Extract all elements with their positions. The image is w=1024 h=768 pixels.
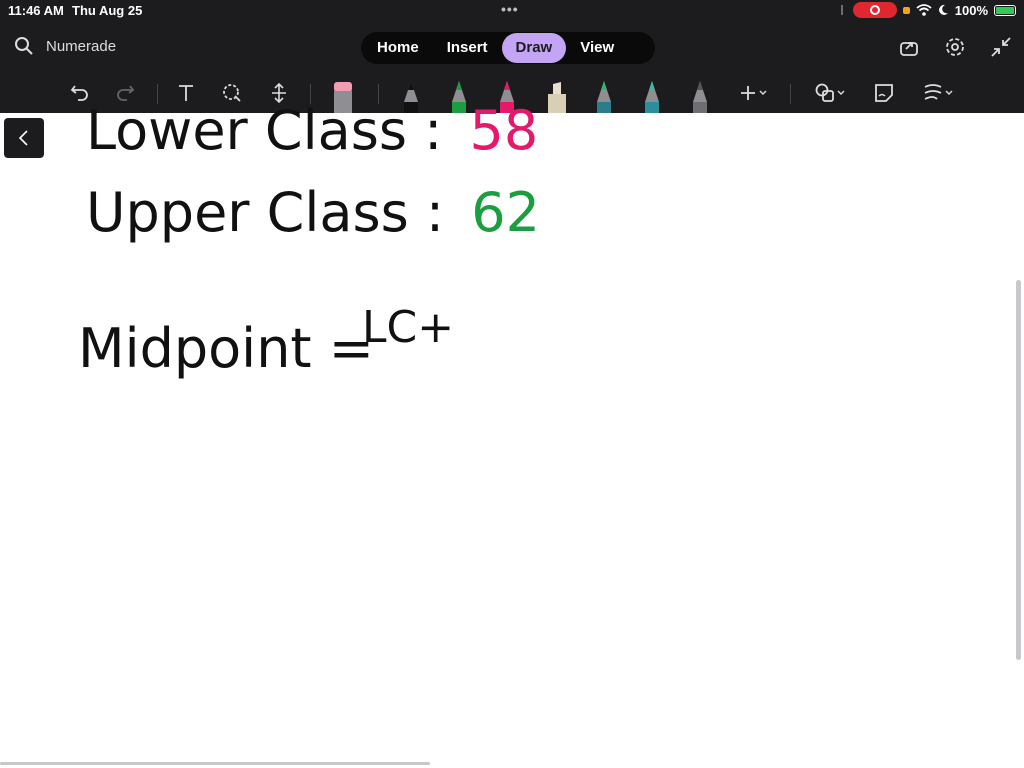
chevron-down-icon[interactable] bbox=[758, 88, 768, 98]
wifi-icon bbox=[916, 4, 932, 16]
add-pen-button[interactable] bbox=[733, 80, 773, 106]
highlighter-icon[interactable] bbox=[545, 80, 569, 113]
status-bar: 11:46 AM Thu Aug 25 ••• 100% bbox=[0, 0, 1024, 22]
ink-to-text-icon[interactable] bbox=[922, 82, 944, 104]
handwritten-line-3: Midpoint = bbox=[78, 322, 374, 376]
lower-class-value: 58 bbox=[469, 99, 539, 162]
tab-draw[interactable]: Draw bbox=[501, 33, 567, 63]
status-date: Thu Aug 25 bbox=[72, 3, 143, 18]
battery-icon bbox=[994, 4, 1016, 16]
collapse-icon[interactable] bbox=[990, 36, 1012, 58]
back-button[interactable] bbox=[4, 118, 44, 158]
sticker-button[interactable] bbox=[872, 80, 896, 106]
screen-recording-icon bbox=[852, 2, 897, 18]
shapes-button[interactable] bbox=[810, 80, 850, 106]
top-right-icons bbox=[898, 36, 1012, 58]
handwritten-line-2: Upper Class : 62 bbox=[86, 186, 540, 240]
multitasking-dots-icon[interactable]: ••• bbox=[501, 1, 519, 17]
mic-indicator-icon bbox=[902, 6, 910, 14]
vertical-scrollbar[interactable] bbox=[1016, 280, 1021, 660]
top-bar: 11:46 AM Thu Aug 25 ••• 100% Numerade Ho… bbox=[0, 0, 1024, 113]
toolbar-separator bbox=[790, 84, 791, 104]
lower-class-label: Lower Class : bbox=[86, 99, 443, 162]
ink-to-text-button[interactable] bbox=[918, 80, 958, 106]
handwritten-line-1: Lower Class : 58 bbox=[86, 104, 538, 158]
search-area[interactable]: Numerade bbox=[14, 36, 116, 56]
pen-icon[interactable] bbox=[689, 80, 711, 113]
status-time: 11:46 AM bbox=[8, 3, 64, 18]
chevron-left-icon[interactable] bbox=[17, 129, 31, 147]
chevron-down-icon[interactable] bbox=[836, 88, 846, 98]
share-icon[interactable] bbox=[898, 36, 920, 58]
tab-insert[interactable]: Insert bbox=[433, 33, 502, 63]
search-icon[interactable] bbox=[14, 36, 34, 56]
battery-percent: 100% bbox=[954, 2, 988, 18]
ribbon-tabs: Home Insert Draw View bbox=[361, 32, 655, 64]
moon-icon bbox=[938, 4, 948, 15]
chevron-down-icon[interactable] bbox=[944, 88, 954, 98]
moon-small-icon bbox=[841, 5, 843, 15]
gear-icon[interactable] bbox=[944, 36, 966, 58]
upper-class-value: 62 bbox=[471, 181, 540, 244]
horizontal-scrollbar[interactable] bbox=[0, 762, 430, 765]
handwritten-formula-partial: LC+ bbox=[362, 302, 455, 353]
pen-icon[interactable] bbox=[593, 80, 615, 113]
tab-view[interactable]: View bbox=[566, 33, 628, 63]
sticker-icon[interactable] bbox=[873, 82, 895, 104]
midpoint-label: Midpoint = bbox=[78, 317, 374, 380]
status-right: 100% bbox=[837, 2, 1016, 18]
tab-home[interactable]: Home bbox=[363, 33, 433, 63]
upper-class-label: Upper Class : bbox=[86, 181, 445, 244]
app-title: Numerade bbox=[46, 37, 117, 55]
shapes-icon[interactable] bbox=[814, 82, 836, 104]
pen-icon[interactable] bbox=[641, 80, 663, 113]
add-icon[interactable] bbox=[738, 83, 758, 103]
